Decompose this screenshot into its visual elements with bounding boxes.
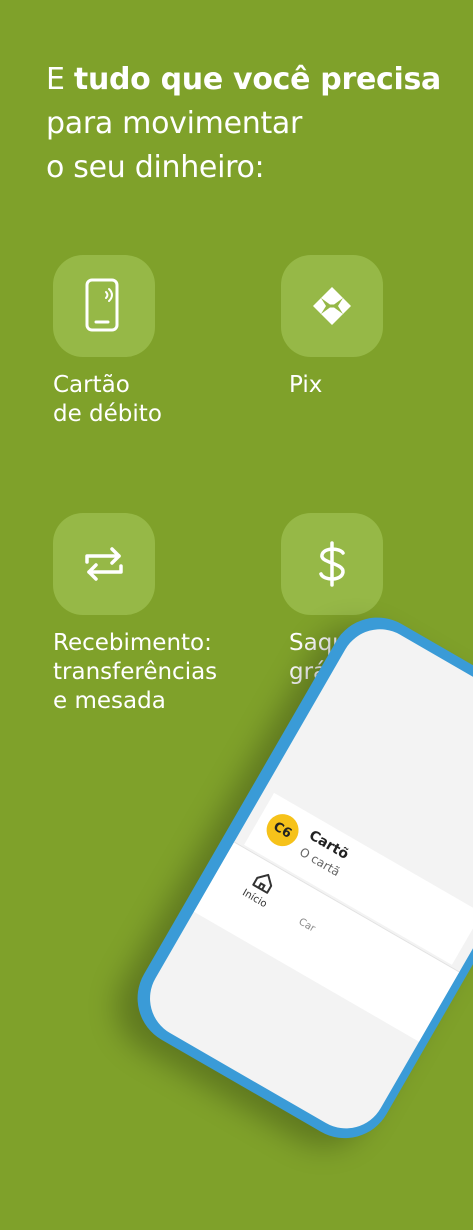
- phone-contactless-icon: [85, 278, 119, 332]
- feature-tile-pix: [281, 255, 383, 357]
- headline-prefix: E: [46, 62, 74, 97]
- headline-line-3: o seu dinheiro:: [46, 150, 265, 185]
- pix-icon: [313, 287, 351, 325]
- feature-tile-withdrawal: [281, 513, 383, 615]
- headline-line-1: E tudo que você precisa: [46, 58, 466, 102]
- feature-tile-debit-card: [53, 255, 155, 357]
- feature-label-transfers: Recebimento: transferências e mesada: [53, 630, 218, 714]
- headline: E tudo que você precisa para movimentar …: [46, 58, 466, 190]
- headline-line-2: para movimentar: [46, 106, 303, 141]
- feature-tile-transfers: [53, 513, 155, 615]
- tab-card-label: Car: [296, 916, 317, 935]
- feature-label-debit-card: Cartão de débito: [53, 372, 162, 427]
- feature-label-pix: Pix: [289, 372, 323, 398]
- c6-logo: C6: [260, 808, 305, 852]
- transfer-arrows-icon: [85, 547, 123, 581]
- headline-bold: tudo que você precisa: [73, 62, 441, 97]
- tab-home: Início: [234, 862, 287, 913]
- dollar-icon: [319, 541, 345, 587]
